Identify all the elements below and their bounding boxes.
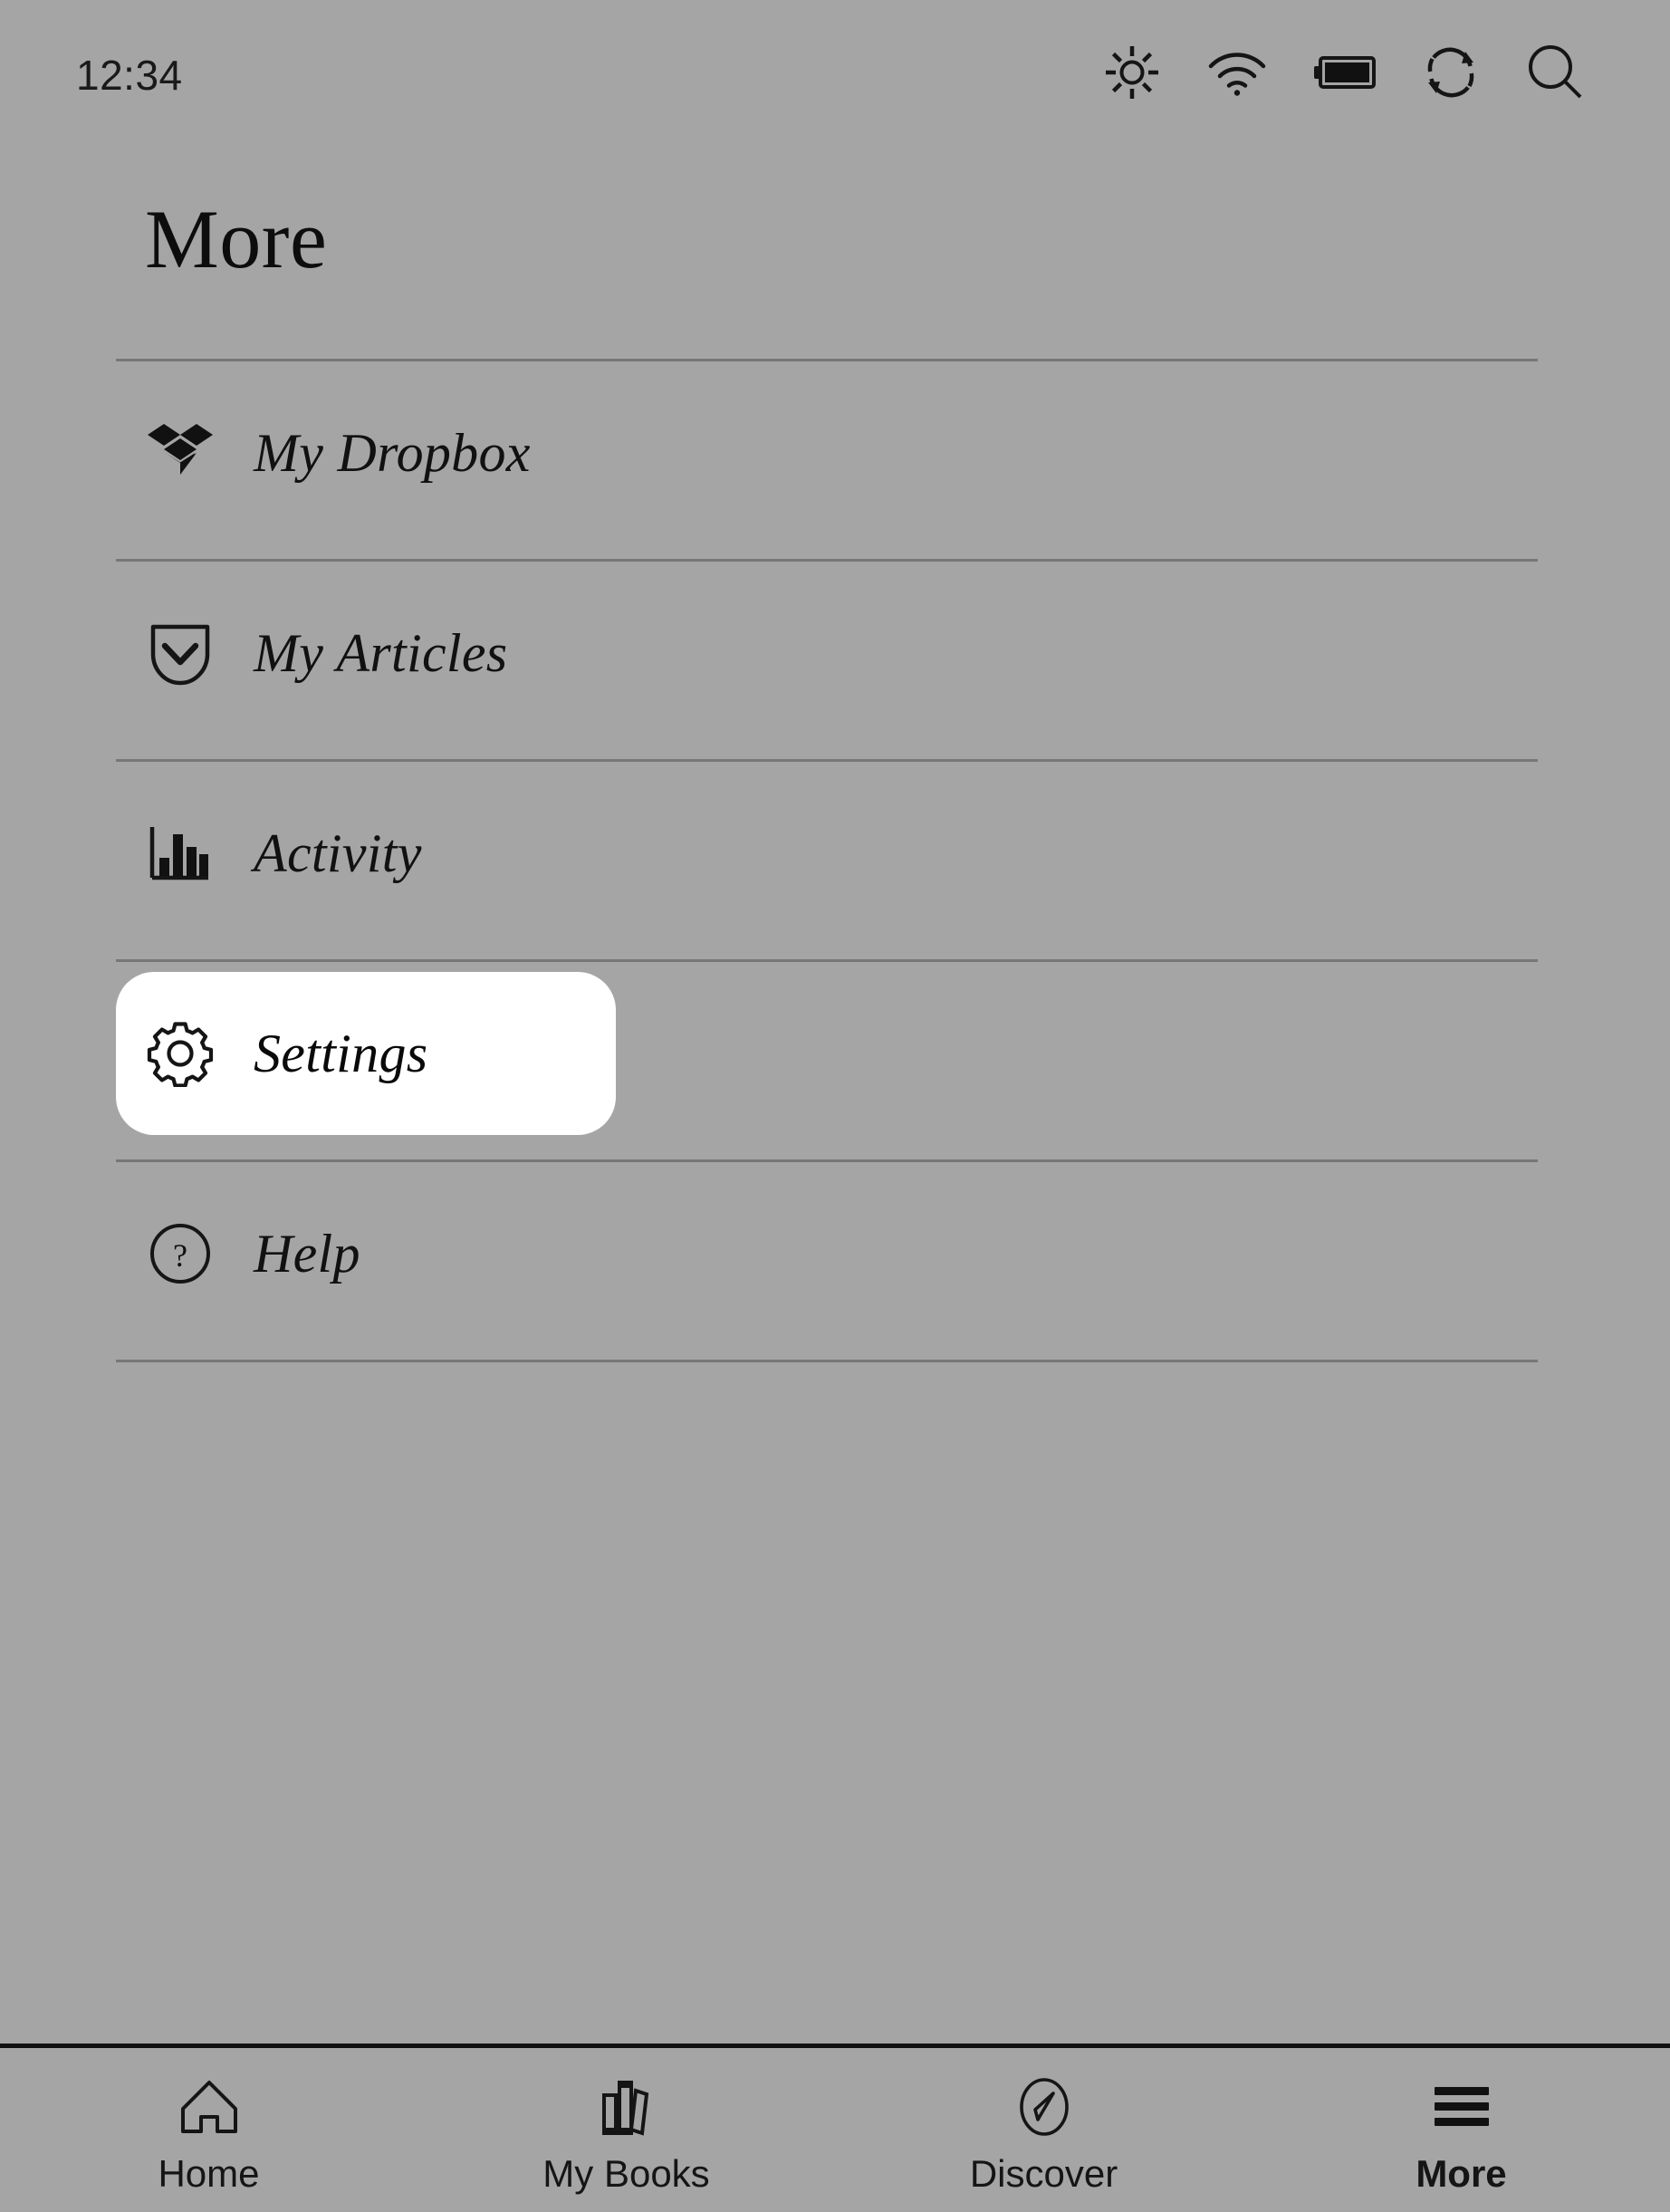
menu-item-my-dropbox[interactable]: My Dropbox	[0, 372, 1670, 534]
question-circle-icon: ?	[145, 1218, 216, 1289]
svg-text:?: ?	[173, 1237, 187, 1274]
dropbox-icon	[145, 418, 216, 488]
nav-item-label: My Books	[542, 2155, 709, 2193]
menu-item-label: Activity	[254, 826, 422, 880]
pocket-icon	[145, 618, 216, 688]
nav-item-discover[interactable]: Discover	[835, 2048, 1252, 2212]
menu-item-activity[interactable]: Activity	[0, 773, 1670, 934]
nav-item-label: Discover	[970, 2155, 1118, 2193]
divider	[116, 1360, 1538, 1362]
gear-icon	[145, 1018, 216, 1089]
page-title: More	[145, 197, 327, 281]
status-bar: 12:34	[0, 0, 1670, 156]
hamburger-icon	[1432, 2073, 1492, 2140]
divider	[116, 559, 1538, 562]
sync-icon[interactable]	[1423, 44, 1479, 101]
bottom-navigation: Home My Books	[0, 2048, 1670, 2212]
menu-item-my-articles[interactable]: My Articles	[0, 572, 1670, 734]
divider	[116, 359, 1538, 361]
menu-item-settings[interactable]: Settings	[0, 973, 1670, 1134]
ereader-screen: 12:34	[0, 0, 1670, 2212]
menu-item-label: Help	[254, 1226, 360, 1281]
divider	[116, 1159, 1538, 1162]
home-icon	[179, 2073, 239, 2140]
menu-item-label: My Articles	[254, 626, 507, 680]
brightness-icon[interactable]	[1104, 44, 1160, 101]
divider	[116, 959, 1538, 962]
nav-item-home[interactable]: Home	[0, 2048, 418, 2212]
nav-item-more[interactable]: More	[1252, 2048, 1670, 2212]
divider	[116, 759, 1538, 762]
bar-chart-icon	[145, 818, 216, 889]
nav-item-label: More	[1416, 2155, 1506, 2193]
battery-icon	[1314, 55, 1376, 90]
menu-item-help[interactable]: ? Help	[0, 1173, 1670, 1334]
nav-item-my-books[interactable]: My Books	[418, 2048, 835, 2212]
status-icon-group	[1104, 43, 1584, 101]
menu-item-label: My Dropbox	[254, 426, 531, 480]
wifi-icon[interactable]	[1207, 49, 1267, 96]
menu-item-label: Settings	[254, 1026, 427, 1081]
search-icon[interactable]	[1526, 43, 1584, 101]
compass-icon	[1016, 2073, 1072, 2140]
status-time: 12:34	[76, 54, 183, 96]
nav-item-label: Home	[158, 2155, 259, 2193]
books-icon	[599, 2073, 655, 2140]
